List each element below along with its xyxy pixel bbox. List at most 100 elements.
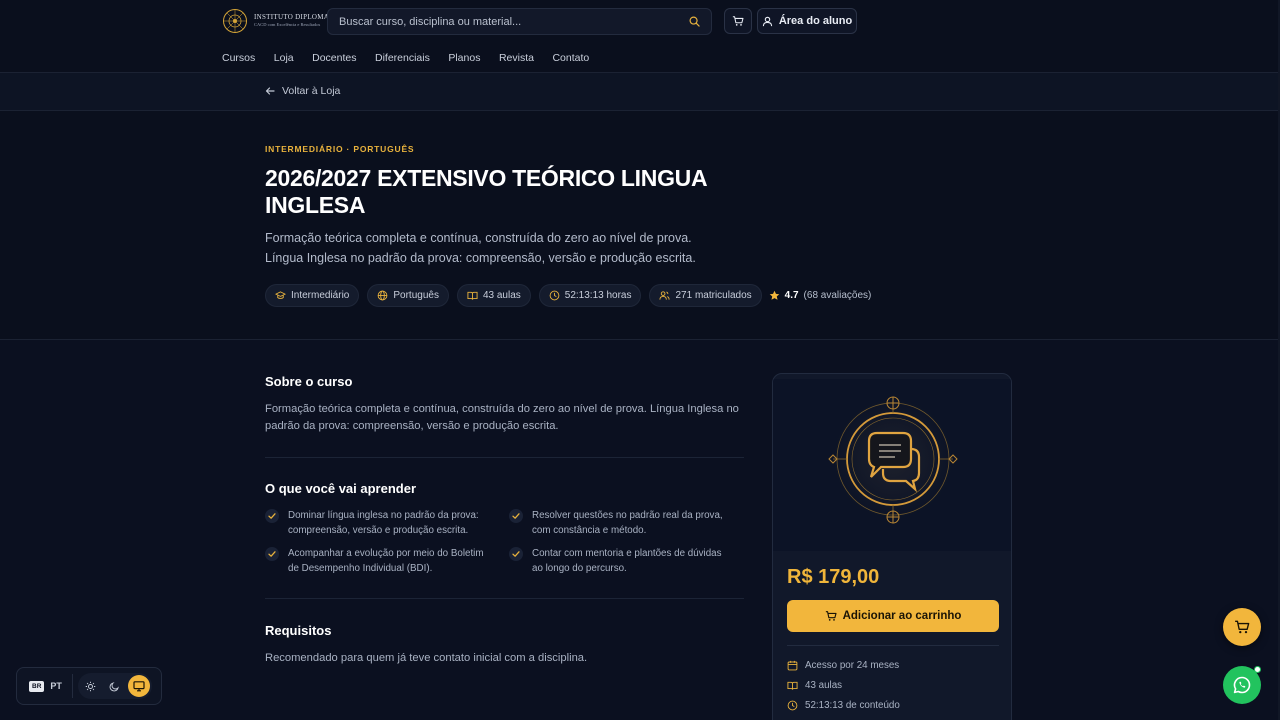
add-to-cart-button[interactable]: Adicionar ao carrinho [787, 600, 999, 632]
learn-item-text: Dominar língua inglesa no padrão da prov… [288, 510, 479, 536]
graduation-cap-icon [275, 291, 286, 299]
course-level-language: INTERMEDIÁRIO · PORTUGUÊS [265, 144, 415, 154]
preferences-widget: BR PT [16, 667, 162, 705]
nav-cursos[interactable]: Cursos [222, 52, 255, 64]
search-bar[interactable] [327, 8, 712, 35]
whatsapp-button[interactable] [1223, 666, 1261, 704]
check-icon [265, 509, 279, 523]
lessons-feature: 43 aulas [787, 680, 842, 691]
dark-theme-button[interactable] [104, 675, 126, 697]
learn-item-text: Contar com mentoria e plantões de dúvida… [532, 548, 722, 574]
nav-loja[interactable]: Loja [274, 52, 294, 64]
book-open-icon [787, 681, 798, 690]
enrolled-chip: 271 matriculados [649, 284, 762, 307]
course-meta-chips: Intermediário Português 43 aulas 52:13:1… [265, 284, 871, 307]
level-chip: Intermediário [265, 284, 360, 307]
duration-chip: 52:13:13 horas [538, 284, 642, 307]
purchase-card: R$ 179,00 Adicionar ao carrinho Acesso p… [772, 373, 1012, 720]
globe-icon [378, 290, 388, 301]
cart-icon [732, 16, 744, 26]
language-chip-label: Português [393, 290, 439, 301]
search-input[interactable] [339, 15, 689, 28]
search-icon[interactable] [689, 16, 700, 27]
rating-value: 4.7 [784, 290, 799, 301]
breadcrumb-bar [0, 73, 1280, 111]
course-thumbnail [773, 379, 1011, 551]
nav-contato[interactable]: Contato [552, 52, 589, 64]
enrolled-chip-label: 271 matriculados [675, 290, 752, 301]
language-selector[interactable]: BR PT [23, 673, 68, 699]
learn-item-text: Resolver questões no padrão real da prov… [532, 510, 723, 536]
logo-emblem-icon [223, 9, 247, 33]
nav-planos[interactable]: Planos [448, 52, 480, 64]
check-icon [509, 509, 523, 523]
cart-button[interactable] [724, 8, 752, 34]
notification-dot [1254, 666, 1261, 673]
access-feature: Acesso por 24 meses [787, 660, 899, 671]
add-to-cart-label: Adicionar ao carrinho [842, 610, 962, 622]
nav-docentes[interactable]: Docentes [312, 52, 356, 64]
moon-icon [110, 681, 120, 691]
speech-bubbles-emblem-icon [773, 379, 1011, 551]
learn-item: Contar com mentoria e plantões de dúvida… [509, 546, 729, 576]
sun-icon [86, 681, 96, 691]
lessons-chip-label: 43 aulas [482, 290, 521, 301]
floating-cart-button[interactable] [1223, 608, 1261, 646]
requirements-text: Recomendado para quem já teve contato in… [265, 652, 588, 664]
flag-br-icon: BR [29, 680, 45, 692]
access-feature-label: Acesso por 24 meses [805, 660, 900, 671]
back-to-store-link[interactable]: Voltar à Loja [265, 85, 340, 97]
student-area-label: Área do aluno [778, 15, 853, 27]
clock-icon [787, 700, 798, 711]
monitor-icon [133, 681, 145, 692]
subtitle-line-2: Língua Inglesa no padrão da prova: compr… [265, 250, 696, 265]
star-icon [769, 290, 779, 300]
content-feature: 52:13:13 de conteúdo [787, 700, 900, 711]
learn-item: Dominar língua inglesa no padrão da prov… [265, 508, 485, 538]
system-theme-button[interactable] [127, 675, 150, 697]
check-icon [265, 547, 279, 561]
course-rating: 4.7 (68 avaliações) [769, 290, 872, 301]
light-theme-button[interactable] [80, 675, 102, 697]
whatsapp-icon [1233, 676, 1251, 694]
learn-item: Resolver questões no padrão real da prov… [509, 508, 729, 538]
main-nav: Cursos Loja Docentes Diferenciais Planos… [222, 52, 608, 64]
learn-item-text: Acompanhar a evolução por meio do Boleti… [288, 548, 484, 574]
divider [265, 457, 744, 458]
requirements-heading: Requisitos [265, 623, 332, 638]
divider [71, 674, 73, 698]
theme-toggle-group [77, 673, 152, 699]
rating-count: (68 avaliações) [803, 290, 872, 301]
back-label: Voltar à Loja [282, 85, 341, 97]
calendar-icon [787, 660, 798, 671]
book-open-icon [467, 291, 478, 300]
content-feature-label: 52:13:13 de conteúdo [805, 700, 900, 711]
level-chip-label: Intermediário [291, 290, 350, 301]
users-icon [659, 291, 671, 300]
course-title: 2026/2027 EXTENSIVO TEÓRICO LINGUA INGLE… [265, 165, 707, 218]
clock-icon [549, 290, 560, 301]
nav-revista[interactable]: Revista [499, 52, 534, 64]
lessons-chip: 43 aulas [456, 284, 531, 307]
cart-icon [1235, 620, 1250, 634]
subtitle-line-1: Formação teórica completa e contínua, co… [265, 231, 692, 245]
duration-chip-label: 52:13:13 horas [564, 290, 632, 301]
learn-heading: O que você vai aprender [265, 481, 417, 496]
learn-item: Acompanhar a evolução por meio do Boleti… [265, 546, 485, 576]
user-icon [762, 16, 773, 26]
about-text: Formação teórica completa e contínua, co… [265, 403, 739, 432]
arrow-left-icon [265, 87, 275, 95]
course-subtitle: Formação teórica completa e contínua, co… [265, 229, 745, 268]
about-heading: Sobre o curso [265, 374, 353, 389]
cart-icon [825, 611, 837, 621]
student-area-button[interactable]: Área do aluno [757, 8, 857, 34]
lessons-feature-label: 43 aulas [805, 680, 843, 691]
divider [265, 598, 744, 599]
nav-diferenciais[interactable]: Diferenciais [375, 52, 430, 64]
site-logo[interactable]: INSTITUTO DIPLOMACIA CACD com Excelência… [222, 8, 342, 34]
divider [787, 645, 999, 646]
course-price: R$ 179,00 [787, 566, 880, 588]
language-chip: Português [367, 284, 449, 307]
language-code: PT [50, 681, 62, 691]
check-icon [509, 547, 523, 561]
